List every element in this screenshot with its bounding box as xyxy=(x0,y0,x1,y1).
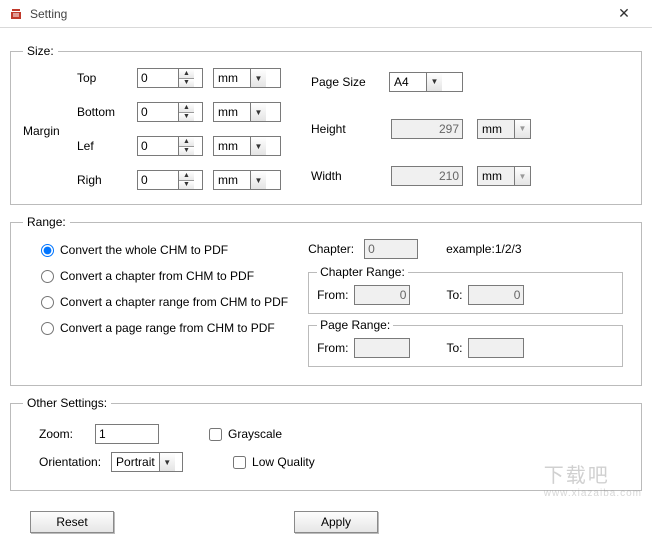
size-group: Size: Margin Top ▲▼ mm▼ Bottom ▲▼ mm▼ Le… xyxy=(10,44,642,205)
page-range-group: Page Range: From: To: xyxy=(308,318,623,367)
titlebar: Setting ✕ xyxy=(0,0,652,28)
page-range-legend: Page Range: xyxy=(317,318,393,332)
margin-top-label: Top xyxy=(77,71,127,85)
width-unit: mm▼ xyxy=(477,166,531,186)
chevron-down-icon: ▼ xyxy=(514,167,530,185)
chapter-label: Chapter: xyxy=(308,242,354,256)
grayscale-checkbox[interactable]: Grayscale xyxy=(209,427,282,441)
margin-left-unit[interactable]: mm▼ xyxy=(213,136,281,156)
chevron-down-icon[interactable]: ▼ xyxy=(250,69,266,87)
chapter-range-group: Chapter Range: From: To: xyxy=(308,265,623,314)
margin-bottom-input[interactable]: ▲▼ xyxy=(137,102,203,122)
app-icon xyxy=(8,6,24,22)
chapter-from-input xyxy=(354,285,410,305)
page-to-label: To: xyxy=(446,341,462,355)
spin-up-icon[interactable]: ▲ xyxy=(179,103,194,113)
chevron-down-icon[interactable]: ▼ xyxy=(426,73,442,91)
apply-button[interactable]: Apply xyxy=(294,511,378,533)
other-settings-group: Other Settings: Zoom: Grayscale Orientat… xyxy=(10,396,642,491)
margin-right-input[interactable]: ▲▼ xyxy=(137,170,203,190)
radio-convert-chapter-range[interactable]: Convert a chapter range from CHM to PDF xyxy=(41,295,288,309)
spin-down-icon[interactable]: ▼ xyxy=(179,79,194,88)
margin-top-unit[interactable]: mm▼ xyxy=(213,68,281,88)
margin-left-label: Lef xyxy=(77,139,127,153)
other-legend: Other Settings: xyxy=(23,396,111,410)
page-from-input xyxy=(354,338,410,358)
height-unit: mm▼ xyxy=(477,119,531,139)
radio-convert-page-range[interactable]: Convert a page range from CHM to PDF xyxy=(41,321,288,335)
chevron-down-icon[interactable]: ▼ xyxy=(250,171,266,189)
window-title: Setting xyxy=(30,7,604,21)
spin-down-icon[interactable]: ▼ xyxy=(179,147,194,156)
orientation-select[interactable]: Portrait▼ xyxy=(111,452,183,472)
zoom-input[interactable] xyxy=(95,424,159,444)
chapter-from-label: From: xyxy=(317,288,348,302)
margin-right-unit[interactable]: mm▼ xyxy=(213,170,281,190)
spin-up-icon[interactable]: ▲ xyxy=(179,171,194,181)
low-quality-checkbox[interactable]: Low Quality xyxy=(233,455,315,469)
spin-up-icon[interactable]: ▲ xyxy=(179,69,194,79)
chapter-input xyxy=(364,239,418,259)
spin-down-icon[interactable]: ▼ xyxy=(179,181,194,190)
zoom-label: Zoom: xyxy=(39,427,85,441)
radio-convert-whole[interactable]: Convert the whole CHM to PDF xyxy=(41,243,288,257)
spin-down-icon[interactable]: ▼ xyxy=(179,113,194,122)
chevron-down-icon[interactable]: ▼ xyxy=(250,103,266,121)
margin-top-input[interactable]: ▲▼ xyxy=(137,68,203,88)
page-size-label: Page Size xyxy=(311,75,379,89)
width-input xyxy=(391,166,463,186)
height-label: Height xyxy=(311,122,381,136)
margin-left-input[interactable]: ▲▼ xyxy=(137,136,203,156)
radio-convert-chapter[interactable]: Convert a chapter from CHM to PDF xyxy=(41,269,288,283)
chevron-down-icon: ▼ xyxy=(514,120,530,138)
page-size-select[interactable]: A4▼ xyxy=(389,72,463,92)
range-legend: Range: xyxy=(23,215,70,229)
width-label: Width xyxy=(311,169,381,183)
page-from-label: From: xyxy=(317,341,348,355)
height-input xyxy=(391,119,463,139)
margin-bottom-label: Bottom xyxy=(77,105,127,119)
chapter-range-legend: Chapter Range: xyxy=(317,265,408,279)
margin-right-label: Righ xyxy=(77,173,127,187)
spin-up-icon[interactable]: ▲ xyxy=(179,137,194,147)
margin-bottom-unit[interactable]: mm▼ xyxy=(213,102,281,122)
margin-label: Margin xyxy=(23,120,77,138)
chevron-down-icon[interactable]: ▼ xyxy=(159,453,175,471)
size-legend: Size: xyxy=(23,44,58,58)
orientation-label: Orientation: xyxy=(39,455,101,469)
chapter-to-input xyxy=(468,285,524,305)
chapter-to-label: To: xyxy=(446,288,462,302)
chapter-example: example:1/2/3 xyxy=(446,242,521,256)
range-group: Range: Convert the whole CHM to PDF Conv… xyxy=(10,215,642,386)
reset-button[interactable]: Reset xyxy=(30,511,114,533)
page-to-input xyxy=(468,338,524,358)
chevron-down-icon[interactable]: ▼ xyxy=(250,137,266,155)
close-button[interactable]: ✕ xyxy=(604,5,644,22)
